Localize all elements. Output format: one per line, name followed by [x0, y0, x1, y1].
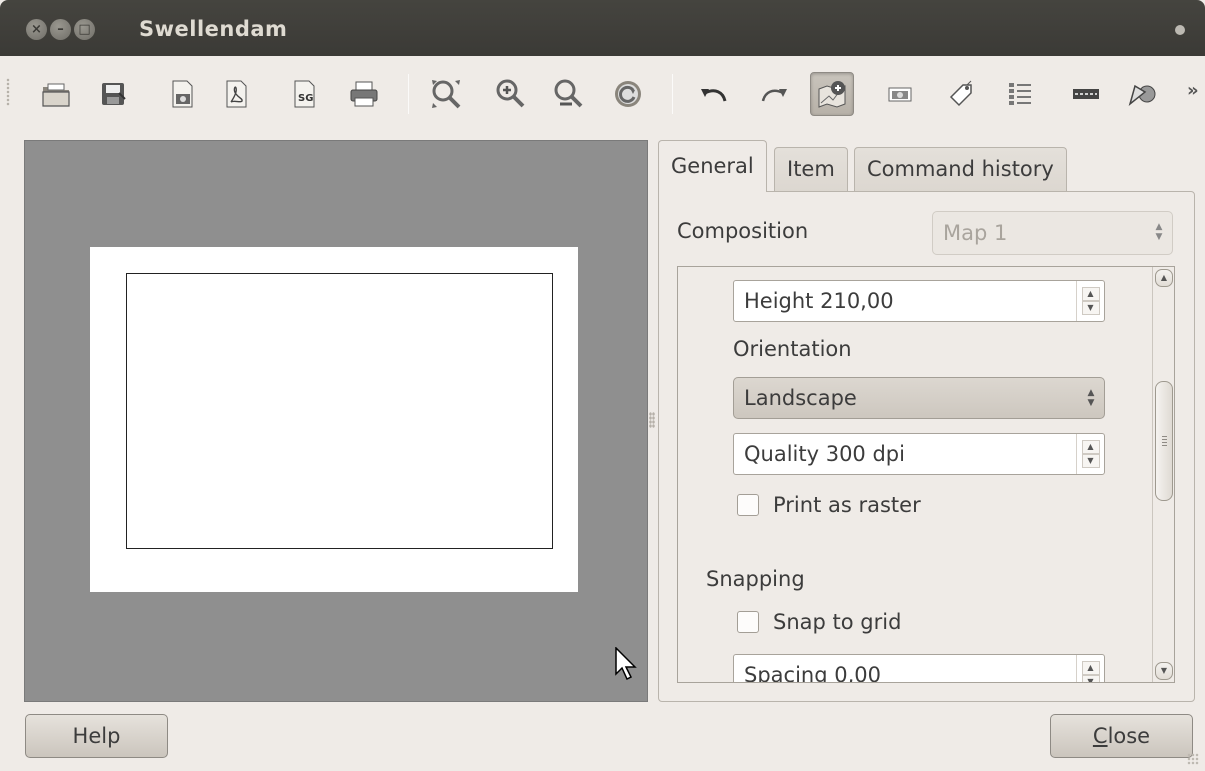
- snap-to-grid-label: Snap to grid: [773, 610, 902, 634]
- combo-arrows-icon: ▲ ▼: [1087, 388, 1095, 408]
- add-label-icon[interactable]: [938, 72, 982, 116]
- add-shape-icon[interactable]: [1120, 72, 1164, 116]
- combo-arrows-icon: ▲ ▼: [1155, 222, 1163, 242]
- panel-splitter[interactable]: [649, 412, 655, 428]
- print-icon[interactable]: [342, 72, 386, 116]
- print-as-raster-row[interactable]: Print as raster: [737, 493, 921, 517]
- spacing-spinbox[interactable]: Spacing 0,00 ▲ ▼: [733, 654, 1105, 682]
- zoom-out-icon[interactable]: [546, 72, 590, 116]
- orientation-value: Landscape: [744, 386, 857, 410]
- toolbar-separator: [672, 74, 673, 114]
- spin-up-icon[interactable]: ▲: [1081, 287, 1100, 301]
- undo-icon[interactable]: [692, 72, 736, 116]
- refresh-icon[interactable]: [606, 72, 650, 116]
- spin-down-icon[interactable]: ▼: [1081, 675, 1100, 682]
- spacing-clip: Spacing 0,00 ▲ ▼: [733, 654, 1113, 682]
- mouse-cursor-icon: [615, 647, 637, 681]
- print-as-raster-label: Print as raster: [773, 493, 921, 517]
- svg-text:SG: SG: [298, 93, 313, 104]
- export-svg-icon[interactable]: SG: [282, 72, 326, 116]
- zoom-full-icon[interactable]: [424, 72, 468, 116]
- title-bar: × – □ Swellendam: [0, 0, 1205, 56]
- resize-grip[interactable]: [1187, 753, 1199, 765]
- snapping-label: Snapping: [706, 567, 805, 591]
- add-legend-icon[interactable]: [998, 72, 1042, 116]
- window-menu-dot[interactable]: [1175, 25, 1185, 35]
- tab-item[interactable]: Item: [774, 147, 848, 192]
- add-map-icon[interactable]: [810, 72, 854, 116]
- height-spin-buttons[interactable]: ▲ ▼: [1076, 281, 1104, 321]
- composition-label: Composition: [677, 219, 809, 243]
- spacing-spin-buttons[interactable]: ▲ ▼: [1076, 655, 1104, 682]
- add-scalebar-icon[interactable]: [1064, 72, 1108, 116]
- window-minimize-button[interactable]: –: [50, 19, 71, 40]
- scroll-up-icon[interactable]: ▲: [1155, 269, 1173, 287]
- height-value: Height 210,00: [744, 289, 894, 313]
- load-template-icon[interactable]: [34, 72, 78, 116]
- toolbar-grip[interactable]: [6, 78, 10, 106]
- scroll-down-icon[interactable]: ▼: [1155, 662, 1173, 680]
- close-button[interactable]: Close: [1050, 714, 1193, 758]
- toolbar: SG »: [0, 56, 1205, 134]
- export-image-icon[interactable]: [160, 72, 204, 116]
- tab-general[interactable]: General: [658, 140, 767, 192]
- spin-up-icon[interactable]: ▲: [1081, 661, 1100, 675]
- composer-canvas[interactable]: [24, 140, 648, 702]
- composition-value: Map 1: [943, 221, 1008, 245]
- quality-spinbox[interactable]: Quality 300 dpi ▲ ▼: [733, 433, 1105, 475]
- scrollbar-thumb[interactable]: [1155, 381, 1173, 501]
- composition-select: Map 1 ▲ ▼: [932, 211, 1173, 255]
- orientation-label: Orientation: [733, 337, 852, 361]
- add-image-icon[interactable]: [878, 72, 922, 116]
- spacing-value: Spacing 0,00: [744, 663, 881, 682]
- zoom-in-icon[interactable]: [488, 72, 532, 116]
- print-as-raster-checkbox[interactable]: [737, 494, 759, 516]
- quality-value: Quality 300 dpi: [744, 442, 905, 466]
- window-close-button[interactable]: ×: [26, 19, 47, 40]
- spin-up-icon[interactable]: ▲: [1081, 440, 1100, 454]
- snap-to-grid-row[interactable]: Snap to grid: [737, 610, 901, 634]
- quality-spin-buttons[interactable]: ▲ ▼: [1076, 434, 1104, 474]
- help-button[interactable]: Help: [25, 714, 168, 758]
- window-maximize-button[interactable]: □: [74, 19, 95, 40]
- vertical-scrollbar[interactable]: ▲ ▼: [1152, 267, 1174, 682]
- toolbar-separator: [408, 74, 409, 114]
- save-template-icon[interactable]: [92, 72, 136, 116]
- tab-command-history[interactable]: Command history: [854, 147, 1067, 192]
- map-item-frame[interactable]: [126, 273, 553, 549]
- spin-down-icon[interactable]: ▼: [1081, 454, 1100, 468]
- window-title: Swellendam: [139, 17, 288, 41]
- snap-to-grid-checkbox[interactable]: [737, 611, 759, 633]
- redo-icon[interactable]: [752, 72, 796, 116]
- paper-page: [90, 247, 637, 681]
- toolbar-overflow-button[interactable]: »: [1187, 80, 1199, 101]
- export-pdf-icon[interactable]: [214, 72, 258, 116]
- orientation-select[interactable]: Landscape ▲ ▼: [733, 377, 1105, 419]
- height-spinbox[interactable]: Height 210,00 ▲ ▼: [733, 280, 1105, 322]
- spin-down-icon[interactable]: ▼: [1081, 301, 1100, 315]
